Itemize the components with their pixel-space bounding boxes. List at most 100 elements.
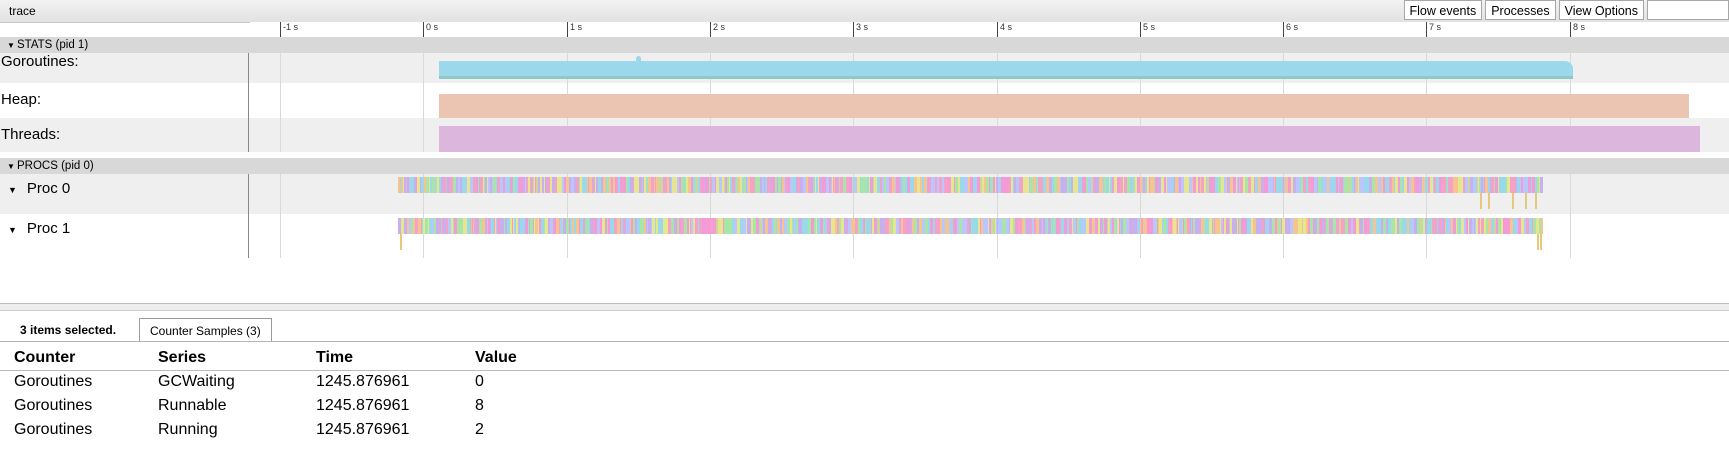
proc-slice[interactable] bbox=[1034, 218, 1036, 234]
proc-slice[interactable] bbox=[929, 177, 931, 193]
proc-slice[interactable] bbox=[504, 177, 505, 193]
proc-slice[interactable] bbox=[476, 177, 478, 193]
proc-slice[interactable] bbox=[928, 177, 929, 193]
proc-slice[interactable] bbox=[1319, 218, 1320, 234]
proc-slice[interactable] bbox=[906, 177, 907, 193]
proc-slice[interactable] bbox=[1498, 218, 1501, 234]
proc-slice[interactable] bbox=[1343, 177, 1344, 193]
proc-slice[interactable] bbox=[899, 177, 901, 193]
proc-slice[interactable] bbox=[588, 177, 589, 193]
proc-slice[interactable] bbox=[513, 218, 514, 234]
proc-slice[interactable] bbox=[732, 177, 735, 193]
proc-slice[interactable] bbox=[995, 218, 996, 234]
proc-slice[interactable] bbox=[1143, 218, 1144, 234]
proc-slice[interactable] bbox=[1438, 218, 1439, 234]
proc-slice[interactable] bbox=[762, 177, 764, 193]
proc-slice[interactable] bbox=[1089, 218, 1092, 234]
proc-slice[interactable] bbox=[671, 177, 672, 193]
proc-slice[interactable] bbox=[420, 177, 421, 193]
proc-slice[interactable] bbox=[1326, 218, 1329, 234]
proc-slice[interactable] bbox=[820, 177, 822, 193]
proc-slice[interactable] bbox=[442, 218, 443, 234]
proc-slice[interactable] bbox=[1096, 218, 1098, 234]
proc-slice[interactable] bbox=[893, 218, 896, 234]
proc-slice[interactable] bbox=[637, 218, 640, 234]
proc-slice[interactable] bbox=[1359, 177, 1361, 193]
proc-slice[interactable] bbox=[973, 177, 976, 193]
proc-slice[interactable] bbox=[1137, 177, 1140, 193]
proc-slice[interactable] bbox=[970, 177, 973, 193]
proc-slice[interactable] bbox=[980, 177, 981, 193]
proc-slice[interactable] bbox=[1247, 218, 1250, 234]
proc-slice[interactable] bbox=[947, 177, 950, 193]
panel-splitter[interactable] bbox=[0, 303, 1729, 311]
proc-slice[interactable] bbox=[819, 177, 820, 193]
proc-slice[interactable] bbox=[1372, 177, 1375, 193]
proc-slice[interactable] bbox=[1001, 218, 1002, 234]
proc-sub-slice[interactable] bbox=[1488, 193, 1490, 209]
proc-slice[interactable] bbox=[886, 177, 889, 193]
proc-slice[interactable] bbox=[1296, 177, 1297, 193]
proc-slice[interactable] bbox=[437, 177, 438, 193]
proc-slice[interactable] bbox=[896, 218, 899, 234]
proc-slice[interactable] bbox=[1172, 218, 1173, 234]
proc-slice[interactable] bbox=[1416, 177, 1419, 193]
proc-slice[interactable] bbox=[727, 177, 729, 193]
proc-slice[interactable] bbox=[1354, 218, 1355, 234]
proc-slice[interactable] bbox=[1119, 218, 1120, 234]
proc-slice[interactable] bbox=[1043, 177, 1046, 193]
proc-slice[interactable] bbox=[1321, 177, 1324, 193]
proc-slice[interactable] bbox=[1528, 177, 1531, 193]
proc-slice[interactable] bbox=[715, 177, 716, 193]
proc-slice[interactable] bbox=[535, 218, 538, 234]
proc-slice[interactable] bbox=[1007, 177, 1009, 193]
proc-slice[interactable] bbox=[497, 218, 500, 234]
proc-slice[interactable] bbox=[1535, 177, 1537, 193]
proc-slice[interactable] bbox=[1170, 177, 1172, 193]
proc-slice[interactable] bbox=[1505, 177, 1506, 193]
proc-slice[interactable] bbox=[1331, 218, 1333, 234]
proc-slice[interactable] bbox=[950, 177, 951, 193]
proc-slice[interactable] bbox=[1336, 218, 1338, 234]
proc-slice[interactable] bbox=[1117, 177, 1120, 193]
proc-slice[interactable] bbox=[679, 218, 681, 234]
proc-slice[interactable] bbox=[954, 177, 955, 193]
proc-slice[interactable] bbox=[1218, 218, 1220, 234]
proc-slice[interactable] bbox=[1463, 177, 1464, 193]
proc-slice[interactable] bbox=[541, 218, 544, 234]
proc-slice[interactable] bbox=[1223, 218, 1224, 234]
proc-sub-slice[interactable] bbox=[1480, 193, 1482, 209]
proc-slice[interactable] bbox=[505, 218, 507, 234]
proc-slice[interactable] bbox=[1298, 218, 1301, 234]
proc-slice[interactable] bbox=[1224, 177, 1226, 193]
proc-slice[interactable] bbox=[698, 177, 700, 193]
proc-slice[interactable] bbox=[1468, 218, 1469, 234]
proc-slice[interactable] bbox=[471, 218, 472, 234]
proc-slice[interactable] bbox=[566, 218, 569, 234]
proc-slice[interactable] bbox=[738, 177, 740, 193]
proc-slice[interactable] bbox=[833, 177, 834, 193]
proc-slice[interactable] bbox=[1436, 177, 1439, 193]
proc-slice[interactable] bbox=[661, 177, 663, 193]
proc-slice[interactable] bbox=[1314, 177, 1317, 193]
proc-slice[interactable] bbox=[1453, 177, 1455, 193]
proc-slice[interactable] bbox=[1301, 218, 1302, 234]
proc-slice[interactable] bbox=[1158, 177, 1161, 193]
proc-slice[interactable] bbox=[1207, 177, 1208, 193]
proc-slice[interactable] bbox=[702, 177, 704, 193]
proc-slice[interactable] bbox=[885, 218, 886, 234]
proc-slice[interactable] bbox=[1341, 218, 1342, 234]
proc-slice[interactable] bbox=[1072, 218, 1073, 234]
proc-slice[interactable] bbox=[441, 177, 443, 193]
proc-slice[interactable] bbox=[1389, 177, 1392, 193]
proc-slice[interactable] bbox=[925, 218, 926, 234]
proc-slice[interactable] bbox=[932, 177, 935, 193]
proc-slice[interactable] bbox=[1179, 177, 1181, 193]
proc-slice[interactable] bbox=[1314, 218, 1317, 234]
proc-slice[interactable] bbox=[814, 218, 816, 234]
proc-slice[interactable] bbox=[589, 218, 590, 234]
proc-slice[interactable] bbox=[1178, 177, 1179, 193]
proc-slice[interactable] bbox=[930, 218, 933, 234]
proc-slice[interactable] bbox=[411, 218, 413, 234]
proc-slice[interactable] bbox=[1496, 218, 1498, 234]
